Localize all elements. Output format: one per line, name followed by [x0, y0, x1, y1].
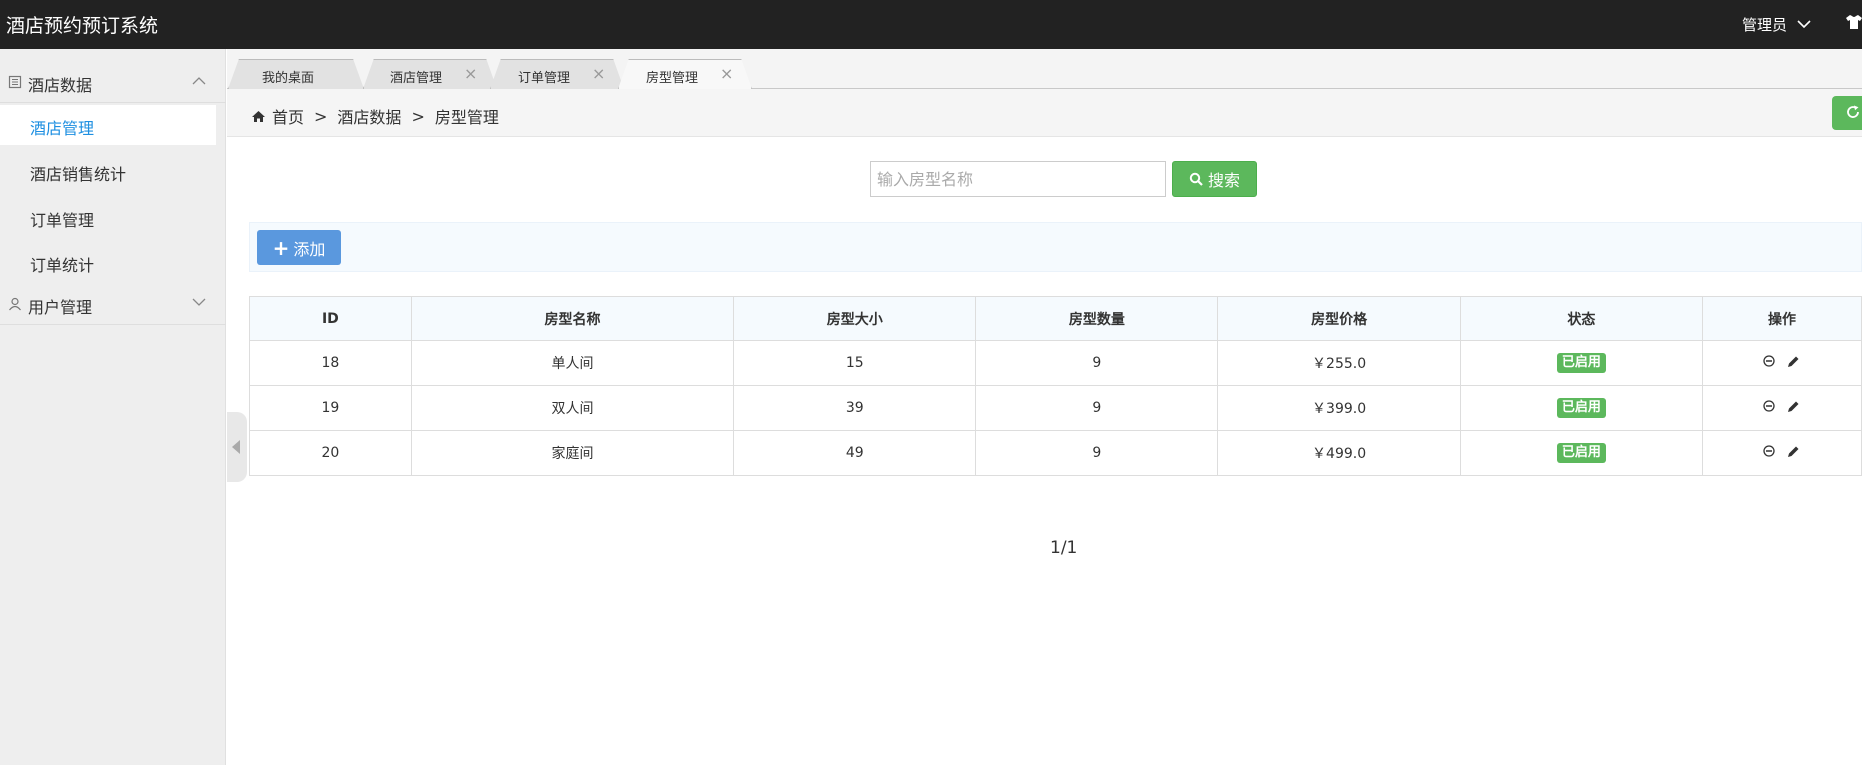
sidebar-group-user-manage[interactable]: 用户管理 — [0, 283, 226, 325]
cell-price: ￥255.0 — [1217, 340, 1461, 386]
sidebar-item-hotel-sales-stats[interactable]: 酒店销售统计 — [0, 151, 216, 191]
sidebar-item-label: 订单管理 — [30, 211, 95, 230]
breadcrumb-current: 房型管理 — [434, 108, 499, 127]
sidebar-item-label: 订单统计 — [30, 256, 95, 275]
cell-status: 已启用 — [1459, 385, 1703, 431]
cell-id: 20 — [249, 430, 412, 476]
database-icon — [8, 75, 22, 89]
plus-icon: + — [272, 235, 290, 260]
cell-size: 49 — [733, 430, 977, 476]
app-title: 酒店预约预订系统 — [6, 15, 159, 37]
cell-name: 单人间 — [410, 340, 735, 386]
column-header-count: 房型数量 — [975, 296, 1219, 341]
cell-status: 已启用 — [1459, 430, 1703, 476]
sidebar-item-order-stats[interactable]: 订单统计 — [0, 242, 216, 282]
sidebar-group-label: 用户管理 — [28, 298, 93, 317]
edit-icon[interactable] — [1787, 355, 1800, 368]
cell-count: 9 — [975, 430, 1219, 476]
tab-label: 酒店管理 — [390, 71, 443, 86]
cell-name: 家庭间 — [410, 430, 735, 476]
user-name: 管理员 — [1742, 16, 1788, 34]
room-type-table: ID 房型名称 房型大小 房型数量 房型价格 状态 操作 18 单人间 15 9… — [249, 296, 1862, 476]
disable-icon[interactable] — [1763, 445, 1776, 457]
close-icon[interactable]: × — [464, 64, 477, 83]
refresh-icon — [1847, 105, 1859, 118]
status-badge: 已启用 — [1556, 443, 1606, 463]
cell-size: 39 — [733, 385, 977, 431]
cell-status: 已启用 — [1459, 340, 1703, 386]
status-badge: 已启用 — [1556, 353, 1606, 373]
column-header-size: 房型大小 — [733, 296, 977, 341]
table-header-row: ID 房型名称 房型大小 房型数量 房型价格 状态 操作 — [249, 296, 1862, 341]
skin-icon[interactable] — [1845, 14, 1862, 34]
sidebar-group-label: 酒店数据 — [28, 76, 93, 95]
home-icon — [252, 110, 265, 122]
sidebar-item-label: 酒店销售统计 — [30, 165, 127, 184]
edit-icon[interactable] — [1787, 445, 1800, 458]
sidebar-group-hotel-data[interactable]: 酒店数据 — [0, 61, 226, 103]
column-header-price: 房型价格 — [1217, 296, 1461, 341]
add-button[interactable]: + 添加 — [257, 230, 341, 265]
column-header-actions: 操作 — [1701, 296, 1862, 341]
status-badge: 已启用 — [1556, 398, 1606, 418]
disable-icon[interactable] — [1763, 355, 1776, 367]
breadcrumb-bar: 首页 > 酒店数据 > 房型管理 — [227, 89, 1862, 137]
table-row: 20 家庭间 49 9 ￥499.0 已启用 — [249, 430, 1862, 476]
tab-order-manage[interactable]: 订单管理 × — [490, 59, 624, 89]
sidebar-item-label: 酒店管理 — [30, 119, 95, 138]
tab-room-type-manage[interactable]: 房型管理 × — [618, 59, 752, 89]
cell-id: 19 — [249, 385, 412, 431]
tab-bar: 我的桌面 酒店管理 × 订单管理 × 房型管理 × — [227, 49, 1862, 89]
tab-desktop[interactable]: 我的桌面 — [228, 59, 364, 89]
room-type-search-input[interactable] — [870, 161, 1166, 197]
table-row: 18 单人间 15 9 ￥255.0 已启用 — [249, 340, 1862, 386]
chevron-down-icon — [1797, 20, 1811, 29]
cell-price: ￥399.0 — [1217, 385, 1461, 431]
cell-count: 9 — [975, 385, 1219, 431]
cell-size: 15 — [733, 340, 977, 386]
add-button-label: 添加 — [293, 239, 326, 259]
search-icon — [1189, 172, 1203, 186]
cell-price: ￥499.0 — [1217, 430, 1461, 476]
breadcrumb-home[interactable]: 首页 — [272, 104, 304, 128]
chevron-up-icon — [192, 77, 206, 85]
close-icon[interactable]: × — [720, 64, 733, 83]
toolbar: + 添加 — [249, 222, 1862, 272]
tab-hotel-manage[interactable]: 酒店管理 × — [363, 59, 497, 89]
cell-actions — [1701, 430, 1862, 476]
tab-label: 订单管理 — [518, 71, 571, 86]
cell-name: 双人间 — [410, 385, 735, 431]
column-header-id: ID — [249, 296, 412, 341]
search-button-label: 搜索 — [1207, 171, 1240, 190]
table-row: 19 双人间 39 9 ￥399.0 已启用 — [249, 385, 1862, 431]
tab-label: 房型管理 — [646, 71, 699, 86]
user-menu[interactable]: 管理员 — [1742, 14, 1811, 35]
cell-actions — [1701, 385, 1862, 431]
edit-icon[interactable] — [1787, 400, 1800, 413]
top-bar: 酒店预约预订系统 管理员 — [0, 0, 1862, 49]
caret-left-icon — [232, 440, 240, 454]
sidebar-collapse-handle[interactable] — [227, 412, 247, 482]
breadcrumb-separator: > — [411, 106, 425, 126]
cell-count: 9 — [975, 340, 1219, 386]
cell-actions — [1701, 340, 1862, 386]
user-icon — [9, 297, 21, 311]
breadcrumb-separator: > — [314, 106, 328, 126]
pagination: 1/1 — [1050, 538, 1078, 558]
sidebar: 酒店数据 酒店管理 酒店销售统计 订单管理 订单统计 用户管理 — [0, 49, 226, 765]
disable-icon[interactable] — [1763, 400, 1776, 412]
refresh-button[interactable] — [1832, 96, 1862, 130]
close-icon[interactable]: × — [592, 64, 605, 83]
chevron-down-icon — [192, 298, 206, 306]
cell-id: 18 — [249, 340, 412, 386]
sidebar-item-order-manage[interactable]: 订单管理 — [0, 197, 216, 237]
tab-label: 我的桌面 — [262, 71, 315, 86]
breadcrumb-level1[interactable]: 酒店数据 — [337, 104, 401, 128]
breadcrumb: 首页 > 酒店数据 > 房型管理 — [251, 104, 499, 128]
search-button[interactable]: 搜索 — [1172, 161, 1257, 197]
column-header-name: 房型名称 — [410, 296, 735, 341]
column-header-status: 状态 — [1459, 296, 1703, 341]
sidebar-item-hotel-manage[interactable]: 酒店管理 — [0, 105, 216, 145]
